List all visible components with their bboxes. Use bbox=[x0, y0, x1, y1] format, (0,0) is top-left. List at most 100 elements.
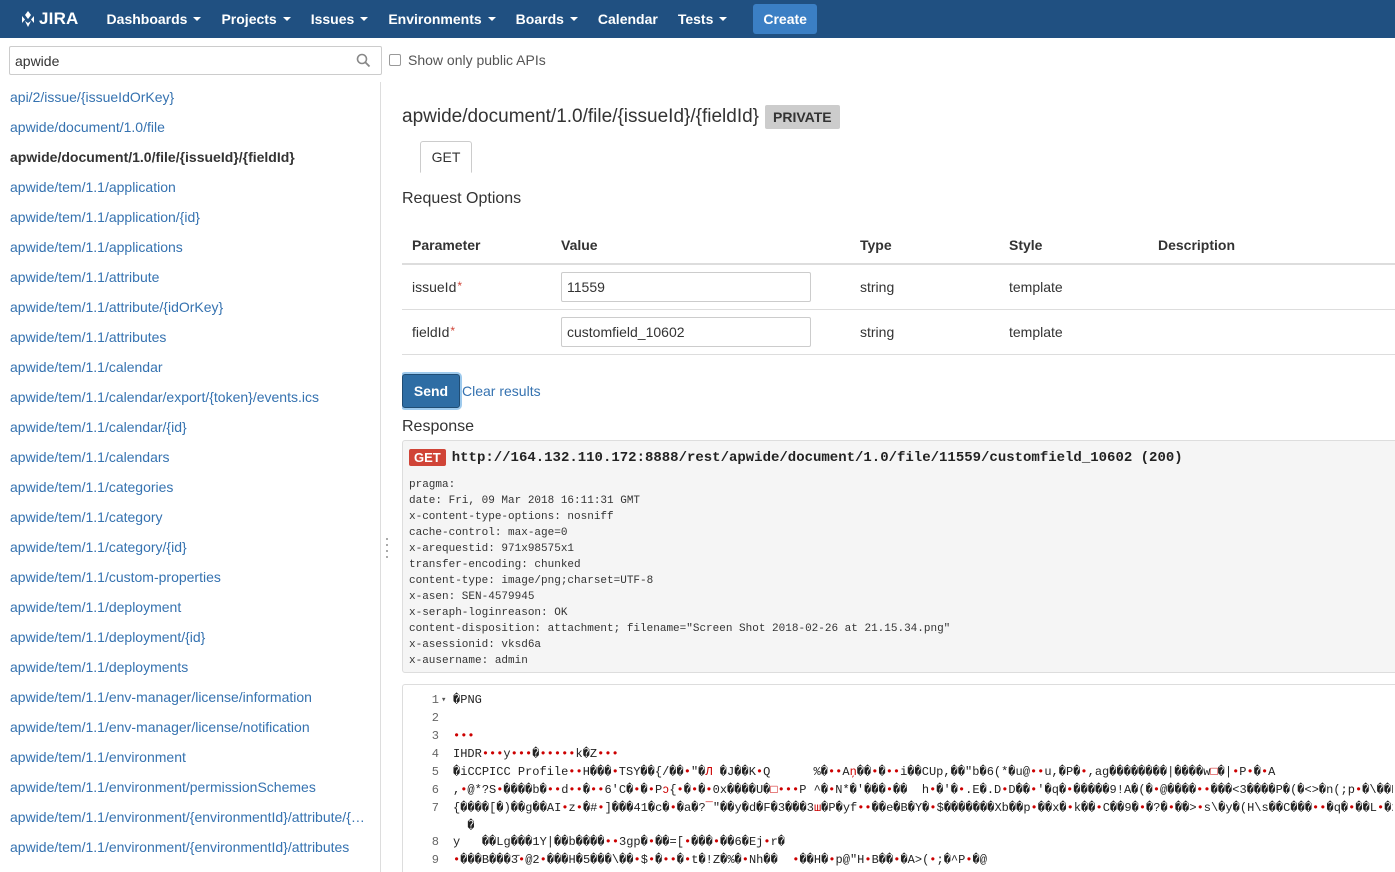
search-icon[interactable] bbox=[356, 53, 371, 68]
tab-get[interactable]: GET bbox=[420, 141, 472, 173]
api-sidebar: api/2/issue/{issueIdOrKey} apwide/documen… bbox=[0, 82, 381, 872]
jira-logo[interactable]: JIRA bbox=[19, 9, 79, 29]
sidebar-item[interactable]: apwide/tem/1.1/environment/{id} bbox=[0, 862, 375, 872]
code-line: 5 �iCCPICC Profile••H���•TSY��{/��•"�Л �J… bbox=[403, 763, 1393, 781]
nav-menu: Dashboards Projects Issues Environments Boar… bbox=[97, 0, 738, 38]
parameter-value-cell bbox=[561, 272, 860, 302]
sidebar-item[interactable]: apwide/tem/1.1/env-manager/license/infor… bbox=[0, 682, 375, 712]
sidebar-item[interactable]: apwide/tem/1.1/application/{id} bbox=[0, 202, 375, 232]
code-line: 3 ••• bbox=[403, 727, 1393, 745]
sidebar-item[interactable]: apwide/tem/1.1/calendar/{id} bbox=[0, 412, 375, 442]
line-number: 8 bbox=[431, 835, 439, 849]
column-header: Style bbox=[1009, 236, 1043, 253]
top-navigation-bar: JIRA Dashboards Projects Issues Environment… bbox=[0, 0, 1395, 38]
column-header: Parameter bbox=[412, 236, 481, 253]
sidebar-item[interactable]: apwide/tem/1.1/calendars bbox=[0, 442, 375, 472]
code-text: �PNG bbox=[453, 693, 482, 707]
clear-results-link[interactable]: Clear results bbox=[462, 383, 541, 399]
nav-boards[interactable]: Boards bbox=[506, 0, 588, 38]
nav-issues[interactable]: Issues bbox=[301, 0, 379, 38]
sidebar-item[interactable]: apwide/tem/1.1/category bbox=[0, 502, 375, 532]
response-header-line: x-arequestid: 971x98575x1 bbox=[409, 543, 575, 555]
fieldid-input[interactable] bbox=[561, 317, 811, 347]
sidebar-item[interactable]: apwide/tem/1.1/deployment bbox=[0, 592, 375, 622]
create-button[interactable]: Create bbox=[753, 4, 817, 34]
parameters-table: Parameter Value Type Style Description i… bbox=[402, 226, 1395, 355]
sidebar-item[interactable]: apwide/tem/1.1/custom-properties bbox=[0, 562, 375, 592]
public-apis-filter[interactable]: Show only public APIs bbox=[389, 52, 546, 68]
line-number: 2 bbox=[431, 711, 439, 725]
send-button[interactable]: Send bbox=[402, 374, 460, 408]
line-number: 4 bbox=[431, 747, 439, 761]
jira-logo-icon bbox=[22, 11, 34, 27]
sidebar-item[interactable]: apwide/tem/1.1/application bbox=[0, 172, 375, 202]
parameter-style: template bbox=[1009, 324, 1063, 340]
chevron-down-icon bbox=[569, 17, 578, 21]
response-body-editor[interactable]: 1 ▾ �PNG 2 3 ••• 4 IHDR•••y•••�•••••k�Z••• 5 �iCC… bbox=[402, 684, 1395, 872]
sidebar-item[interactable]: apwide/tem/1.1/environment/{environmentI… bbox=[0, 832, 375, 862]
sidebar-item[interactable]: apwide/document/1.0/file/{issueId}/{fiel… bbox=[0, 142, 375, 172]
response-header-line: x-asessionid: vksd6a bbox=[409, 639, 542, 651]
nav-calendar[interactable]: Calendar bbox=[588, 0, 668, 38]
api-search-box bbox=[9, 46, 382, 75]
sidebar-item[interactable]: api/2/issue/{issueIdOrKey} bbox=[0, 82, 375, 112]
column-header: Value bbox=[561, 236, 598, 253]
sidebar-item[interactable]: apwide/tem/1.1/environment/{environmentI… bbox=[0, 802, 375, 832]
code-text: •���B���3̄•@2•���H�5���\��•$•�••�•t�!Z�%… bbox=[453, 853, 987, 867]
sidebar-item[interactable]: apwide/tem/1.1/deployment/{id} bbox=[0, 622, 375, 652]
resize-handle[interactable] bbox=[386, 538, 390, 558]
line-number: 5 bbox=[431, 765, 439, 779]
response-header-line: content-type: image/png;charset=UTF-8 bbox=[409, 575, 654, 587]
sidebar-item[interactable]: apwide/tem/1.1/category/{id} bbox=[0, 532, 375, 562]
response-header-line: content-disposition: attachment; filenam… bbox=[409, 623, 951, 635]
sidebar-item[interactable]: apwide/tem/1.1/calendar/export/{token}/e… bbox=[0, 382, 375, 412]
search-input[interactable] bbox=[10, 47, 350, 74]
code-line: 9 •���B���3̄•@2•���H�5���\��•$•�••�•t�!Z�… bbox=[403, 851, 1393, 869]
nav-tests[interactable]: Tests bbox=[668, 0, 738, 38]
nav-dashboards[interactable]: Dashboards bbox=[97, 0, 212, 38]
sidebar-item[interactable]: apwide/tem/1.1/attribute/{idOrKey} bbox=[0, 292, 375, 322]
fold-toggle-icon bbox=[439, 709, 453, 727]
sidebar-item[interactable]: apwide/tem/1.1/env-manager/license/notif… bbox=[0, 712, 375, 742]
code-line: 1 ▾ �PNG bbox=[403, 691, 1393, 709]
code-text: IHDR•••y•••�•••••k�Z••• bbox=[453, 747, 619, 761]
private-badge: PRIVATE bbox=[765, 105, 840, 129]
response-header-line: transfer-encoding: chunked bbox=[409, 559, 581, 571]
sidebar-item[interactable]: apwide/tem/1.1/attributes bbox=[0, 322, 375, 352]
response-heading: Response bbox=[402, 418, 475, 435]
chevron-down-icon bbox=[282, 17, 291, 21]
line-number: 9 bbox=[431, 853, 439, 867]
parameter-type: string bbox=[860, 324, 895, 340]
sidebar-item[interactable]: apwide/tem/1.1/environment bbox=[0, 742, 375, 772]
fold-toggle-icon bbox=[439, 763, 453, 781]
parameter-name-text: issueId bbox=[412, 279, 457, 295]
sidebar-item[interactable]: apwide/tem/1.1/applications bbox=[0, 232, 375, 262]
code-text: �iCCPICC Profile••H���•TSY��{/��•"�Л �J�… bbox=[453, 765, 1276, 779]
nav-label: Tests bbox=[677, 11, 714, 27]
public-apis-checkbox[interactable] bbox=[389, 54, 401, 66]
parameter-name: fieldId* bbox=[402, 324, 561, 340]
sidebar-item[interactable]: apwide/tem/1.1/environment/permissionSch… bbox=[0, 772, 375, 802]
parameter-style: template bbox=[1009, 279, 1063, 295]
fold-toggle-icon bbox=[439, 851, 453, 869]
code-text: {����[�)��g��AI•z•�#•]���41�c�•�a�?¯"��y… bbox=[453, 801, 1393, 833]
nav-environments[interactable]: Environments bbox=[378, 0, 505, 38]
response-header-line: date: Fri, 09 Mar 2018 16:11:31 GMT bbox=[409, 495, 641, 507]
endpoint-header: apwide/document/1.0/file/{issueId}/{fiel… bbox=[402, 105, 840, 129]
sidebar-item[interactable]: apwide/tem/1.1/deployments bbox=[0, 652, 375, 682]
parameter-row-fieldid: fieldId* string template bbox=[402, 310, 1395, 355]
logo-text: JIRA bbox=[39, 9, 79, 28]
nav-projects[interactable]: Projects bbox=[211, 0, 300, 38]
column-header: Description bbox=[1158, 236, 1236, 253]
code-text: ••• bbox=[453, 729, 475, 743]
fold-toggle-icon bbox=[439, 833, 453, 851]
required-marker: * bbox=[450, 324, 456, 338]
code-line: 8 y ��Lg���1Y|��b����••3gp�•��=[•���•��6�… bbox=[403, 833, 1393, 851]
issueid-input[interactable] bbox=[561, 272, 811, 302]
sidebar-item[interactable]: apwide/tem/1.1/categories bbox=[0, 472, 375, 502]
fold-toggle-icon bbox=[439, 745, 453, 763]
sidebar-item[interactable]: apwide/tem/1.1/attribute bbox=[0, 262, 375, 292]
fold-toggle-icon[interactable]: ▾ bbox=[439, 691, 453, 709]
sidebar-item[interactable]: apwide/document/1.0/file bbox=[0, 112, 375, 142]
sidebar-item[interactable]: apwide/tem/1.1/calendar bbox=[0, 352, 375, 382]
